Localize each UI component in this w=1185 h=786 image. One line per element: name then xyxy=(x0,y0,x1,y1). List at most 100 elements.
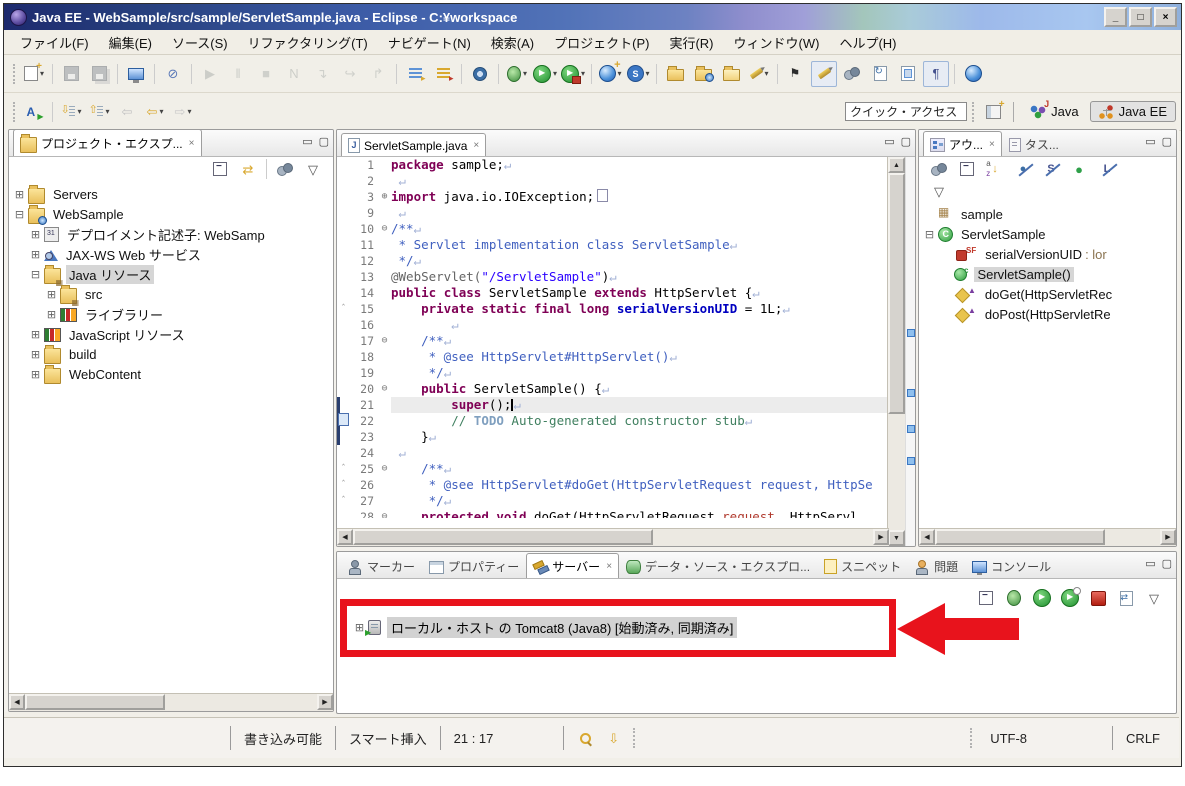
fold-toggle-icon[interactable]: ⊖ xyxy=(378,381,391,397)
menu-item[interactable]: ソース(S) xyxy=(162,31,238,54)
minimize-view-button[interactable]: ▭ xyxy=(884,135,894,148)
build-all-icon[interactable] xyxy=(467,61,493,87)
close-tab-icon[interactable]: × xyxy=(473,140,479,151)
tree-item[interactable]: ⊞JAX-WS Web サービス xyxy=(9,244,333,264)
tree-expander-icon[interactable]: ⊞ xyxy=(29,228,42,241)
menu-item[interactable]: ナビゲート(N) xyxy=(378,31,481,54)
close-tab-icon[interactable]: × xyxy=(989,139,995,150)
view-tab[interactable]: プロパティー xyxy=(422,553,526,578)
view-tab[interactable]: タス... xyxy=(1002,131,1066,156)
code-line-24[interactable]: 24 ↵ xyxy=(337,445,887,461)
hide-static-members-icon[interactable]: S xyxy=(1038,156,1064,182)
status-next-annotation-icon[interactable]: ⇩ xyxy=(601,725,627,751)
code-line-19[interactable]: 19 */↵ xyxy=(337,365,887,381)
tree-expander-icon[interactable]: ⊞ xyxy=(45,308,58,321)
hide-fields-icon[interactable]: ● xyxy=(1010,156,1036,182)
close-tab-icon[interactable]: × xyxy=(606,561,612,572)
stop-server-icon[interactable] xyxy=(1085,585,1111,611)
tree-expander-icon[interactable]: ⊞ xyxy=(45,288,58,301)
open-web-browser-icon[interactable] xyxy=(960,61,986,87)
minimize-view-button[interactable]: ▭ xyxy=(1145,135,1155,148)
menu-item[interactable]: ウィンドウ(W) xyxy=(724,31,830,54)
outline-view-menu-icon[interactable]: ▽ xyxy=(926,178,952,204)
view-tab[interactable]: コンソール xyxy=(965,553,1058,578)
collapse-all-icon[interactable] xyxy=(207,156,233,182)
code-line-18[interactable]: 18 * @see HttpServlet#HttpServlet()↵ xyxy=(337,349,887,365)
run-history-icon[interactable] xyxy=(402,61,428,87)
close-window-button[interactable]: × xyxy=(1154,7,1177,27)
tree-item[interactable]: ⊟Java リソース xyxy=(9,264,333,284)
debug-history-icon[interactable] xyxy=(430,61,456,87)
overview-ruler[interactable] xyxy=(905,157,915,546)
code-line-15[interactable]: ˆ15 private static final long serialVers… xyxy=(337,301,887,317)
view-tab[interactable]: データ・ソース・エクスプロ... xyxy=(619,553,817,578)
tree-expander-icon[interactable]: ⊟ xyxy=(29,268,42,281)
back-icon-dropdown[interactable]: ▾ xyxy=(159,107,163,116)
import-icon[interactable] xyxy=(662,61,688,87)
menu-item[interactable]: ファイル(F) xyxy=(10,31,99,54)
view-menu-icon[interactable]: ▽ xyxy=(300,156,326,182)
minimize-view-button[interactable]: ▭ xyxy=(302,135,312,148)
menu-item[interactable]: プロジェクト(P) xyxy=(544,31,659,54)
maximize-view-button[interactable]: ▢ xyxy=(1162,135,1172,148)
code-line-27[interactable]: ˆ27 */↵ xyxy=(337,493,887,509)
view-tab[interactable]: マーカー xyxy=(341,553,422,578)
jaxws-web-service-icon[interactable] xyxy=(21,99,47,125)
run-icon-dropdown[interactable]: ▾ xyxy=(553,69,557,78)
tree-item[interactable]: ⊞Servers xyxy=(9,184,333,204)
tree-item[interactable]: cServletSample() xyxy=(919,264,1176,284)
forward-icon[interactable]: ⇨▾ xyxy=(170,99,196,125)
previous-annotation-icon[interactable]: ▾ xyxy=(86,99,112,125)
tab-project-explorer[interactable]: プロジェクト・エクスプ... × xyxy=(13,129,202,156)
open-resource-icon[interactable] xyxy=(718,61,744,87)
quick-access-box[interactable]: クイック・アクセス xyxy=(845,102,967,121)
profile-server-icon[interactable] xyxy=(1057,585,1083,611)
collapse-all-icon[interactable] xyxy=(954,156,980,182)
tree-item[interactable]: ⊞WebContent xyxy=(9,364,333,384)
fold-toggle-icon[interactable]: ⊖ xyxy=(378,221,391,237)
fold-toggle-icon[interactable]: ⊕ xyxy=(378,189,391,205)
code-line-1[interactable]: 1package sample;↵ xyxy=(337,157,887,173)
toolbar-grip[interactable] xyxy=(972,102,974,122)
new-wizard-icon[interactable]: ▾ xyxy=(21,61,47,87)
search-flag-icon[interactable] xyxy=(783,61,809,87)
perspective-java[interactable]: Java xyxy=(1021,101,1087,122)
code-line-26[interactable]: ˆ26 * @see HttpServlet#doGet(HttpServlet… xyxy=(337,477,887,493)
code-line-16[interactable]: 16 ↵ xyxy=(337,317,887,333)
code-line-9[interactable]: 9 ↵ xyxy=(337,205,887,221)
fold-toggle-icon[interactable]: ⊖ xyxy=(378,509,391,518)
team-sync-icon[interactable] xyxy=(839,61,865,87)
next-annotation-icon[interactable]: ▾ xyxy=(58,99,84,125)
view-tab[interactable]: サーバー× xyxy=(526,553,619,578)
minimize-view-button[interactable]: ▭ xyxy=(1145,557,1155,570)
code-line-28[interactable]: 28⊖ protected void doGet(HttpServletRequ… xyxy=(337,509,887,518)
fold-toggle-icon[interactable]: ⊖ xyxy=(378,461,391,477)
tab-servletsample-java[interactable]: ServletSample.java × xyxy=(341,133,486,156)
close-tab-icon[interactable]: × xyxy=(189,138,195,149)
code-line-20[interactable]: 20⊖ public ServletSample() {↵ xyxy=(337,381,887,397)
maximize-view-button[interactable]: ▢ xyxy=(1162,557,1172,570)
horizontal-scrollbar[interactable]: ◀ ▶ xyxy=(337,528,889,546)
menu-item[interactable]: 実行(R) xyxy=(659,31,723,54)
servers-view-menu-icon[interactable]: ▽ xyxy=(1141,585,1167,611)
code-line-14[interactable]: 14public class ServletSample extends Htt… xyxy=(337,285,887,301)
annotate-icon[interactable]: ▾ xyxy=(746,61,772,87)
code-line-3[interactable]: 3⊕import java.io.IOException; xyxy=(337,189,887,205)
tree-expander-icon[interactable]: ⊟ xyxy=(923,228,936,241)
new-servlet-icon[interactable]: ▾ xyxy=(625,61,651,87)
code-line-25[interactable]: ˆ25⊖ /**↵ xyxy=(337,461,887,477)
tree-item[interactable]: ⊞JavaScript リソース xyxy=(9,324,333,344)
tree-expander-icon[interactable]: ⊞ xyxy=(29,248,42,261)
code-line-17[interactable]: 17⊖ /**↵ xyxy=(337,333,887,349)
code-line-22[interactable]: 22 // TODO Auto-generated constructor st… xyxy=(337,413,887,429)
show-whitespace-icon[interactable]: ¶ xyxy=(923,61,949,87)
new-servlet-icon-dropdown[interactable]: ▾ xyxy=(646,69,650,78)
horizontal-scrollbar[interactable]: ◀ ▶ xyxy=(9,693,333,711)
back-icon[interactable]: ⇦▾ xyxy=(142,99,168,125)
maximize-view-button[interactable]: ▢ xyxy=(319,135,329,148)
previous-annotation-icon-dropdown[interactable]: ▾ xyxy=(105,107,109,116)
vertical-scrollbar[interactable]: ▲ ▼ xyxy=(887,157,905,546)
horizontal-scrollbar[interactable]: ◀ ▶ xyxy=(919,528,1176,546)
start-server-icon[interactable] xyxy=(1029,585,1055,611)
debug-ui-icon[interactable] xyxy=(123,61,149,87)
